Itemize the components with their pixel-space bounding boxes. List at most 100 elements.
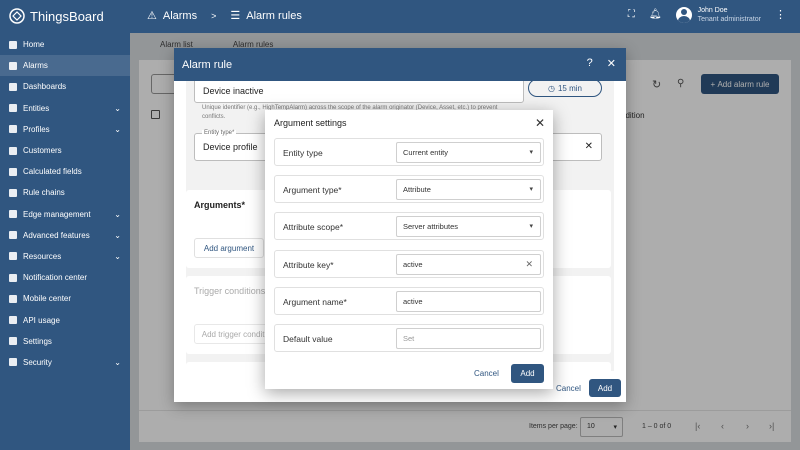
sidebar-item-label: Edge management (23, 209, 91, 219)
argument-type-select[interactable]: Attribute ▾ (396, 179, 541, 200)
close-icon[interactable]: ✕ (607, 57, 616, 70)
argument-type-label: Argument type* (283, 185, 342, 195)
sidebar-item-api-usage[interactable]: API usage (0, 309, 130, 330)
notification-icon (9, 273, 17, 282)
sidebar-item-security[interactable]: Security ⌄ (0, 352, 130, 373)
sidebar: Home Alarms Dashboards Entities ⌄ Profiles ⌄ Cu… (0, 33, 130, 450)
clear-icon[interactable]: ✕ (525, 259, 533, 270)
add-argument-label: Add argument (203, 243, 255, 253)
add-trigger-label: Add trigger conditi (201, 329, 267, 339)
sidebar-item-home[interactable]: Home (0, 34, 130, 55)
attribute-key-input[interactable]: active ✕ (396, 254, 541, 275)
breadcrumb-alarms[interactable]: Alarms (163, 10, 197, 22)
sidebar-item-alarms[interactable]: Alarms (0, 55, 130, 77)
api-icon (9, 316, 17, 325)
trigger-title: Trigger conditions (194, 286, 266, 296)
notifications-bell-icon[interactable]: 🔔︎ (649, 9, 662, 20)
more-vert-icon[interactable]: ⋮ (775, 8, 786, 21)
clock-icon: ◷ (548, 83, 555, 93)
argument-settings-dialog: Argument settings ✕ Entity type Current … (265, 110, 553, 389)
user-role: Tenant administrator (697, 16, 761, 23)
sidebar-item-resources[interactable]: Resources ⌄ (0, 246, 130, 267)
user-name: John Doe (697, 7, 728, 14)
clear-entity-icon[interactable]: ✕ (585, 141, 593, 152)
sidebar-item-advanced-features[interactable]: Advanced features ⌄ (0, 225, 130, 246)
timer-button[interactable]: ◷ 15 min (528, 81, 602, 97)
rule-chains-icon (9, 188, 17, 197)
add-argument-button[interactable]: Add argument (194, 238, 264, 258)
argument-name-label: Argument name* (283, 297, 347, 307)
alarm-rules-icon: ☰ (230, 10, 241, 22)
sidebar-item-label: Mobile center (23, 294, 72, 304)
dialog-cancel-button[interactable]: Cancel (556, 384, 581, 393)
settings-icon (9, 337, 17, 346)
default-value-input[interactable]: Set (396, 328, 541, 349)
chevron-down-icon: ⌄ (114, 124, 121, 134)
argument-type-row: Argument type* Attribute ▾ (274, 175, 544, 203)
sidebar-item-label: Advanced features (23, 230, 90, 240)
argument-name-input[interactable]: active (396, 291, 541, 312)
sidebar-item-entities[interactable]: Entities ⌄ (0, 98, 130, 119)
arguments-title: Arguments* (194, 200, 246, 210)
close-icon[interactable]: ✕ (535, 116, 545, 130)
calculated-fields-icon (9, 167, 17, 176)
entity-type-select[interactable]: Current entity ▾ (396, 142, 541, 163)
entity-type-label: Entity type* (202, 130, 237, 136)
user-menu[interactable]: John Doe Tenant administrator (675, 6, 761, 23)
profiles-icon (9, 125, 17, 134)
argument-settings-title: Argument settings (274, 118, 347, 128)
alarm-name-field[interactable]: Device inactive (194, 81, 524, 103)
dialog-title: Alarm rule (182, 58, 233, 71)
sidebar-item-label: Profiles (23, 124, 50, 134)
sidebar-item-rule-chains[interactable]: Rule chains (0, 182, 130, 203)
resources-icon (9, 252, 17, 261)
attribute-scope-row: Attribute scope* Server attributes ▾ (274, 212, 544, 240)
timer-value: 15 min (557, 83, 582, 93)
chevron-down-icon: ⌄ (114, 230, 121, 240)
sidebar-item-settings[interactable]: Settings (0, 331, 130, 352)
entity-type-value: Device profile (203, 142, 258, 152)
argument-cancel-button[interactable]: Cancel (474, 369, 499, 378)
sidebar-item-edge-management[interactable]: Edge management ⌄ (0, 204, 130, 225)
attribute-key-row: Attribute key* active ✕ (274, 250, 544, 278)
sidebar-item-customers[interactable]: Customers (0, 140, 130, 161)
app-logo[interactable]: ThingsBoard (8, 7, 104, 25)
sidebar-item-label: Dashboards (23, 82, 67, 92)
sidebar-item-mobile-center[interactable]: Mobile center (0, 288, 130, 309)
entity-type-value: Current entity (403, 148, 449, 157)
sidebar-item-label: Home (23, 40, 45, 50)
dropdown-arrow-icon: ▾ (529, 223, 533, 230)
attribute-scope-select[interactable]: Server attributes ▾ (396, 216, 541, 237)
sidebar-item-calculated-fields[interactable]: Calculated fields (0, 161, 130, 182)
mobile-icon (9, 294, 17, 303)
argument-type-value: Attribute (403, 185, 431, 194)
app-name: ThingsBoard (30, 8, 104, 24)
sidebar-item-label: Alarms (23, 61, 48, 71)
alarm-triangle-icon: ⚠ (147, 10, 157, 22)
chevron-down-icon: ⌄ (114, 209, 121, 219)
argument-add-button[interactable]: Add (511, 364, 544, 383)
sidebar-item-label: Notification center (23, 273, 88, 283)
help-icon[interactable]: ? (587, 57, 593, 70)
chevron-down-icon: ⌄ (114, 251, 121, 261)
breadcrumb: ⚠ Alarms > ☰ Alarm rules (147, 9, 302, 23)
add-trigger-button[interactable]: Add trigger conditi (194, 324, 274, 344)
top-bar: ThingsBoard ⚠ Alarms > ☰ Alarm rules ⛶ 🔔… (0, 0, 800, 33)
avatar-icon (675, 6, 692, 23)
argument-name-row: Argument name* active (274, 287, 544, 315)
entity-type-row: Entity type Current entity ▾ (274, 138, 544, 166)
fullscreen-icon[interactable]: ⛶ (628, 9, 635, 20)
breadcrumb-alarm-rules: Alarm rules (246, 9, 302, 22)
attribute-scope-label: Attribute scope* (283, 222, 344, 232)
dialog-add-button[interactable]: Add (589, 379, 621, 397)
sidebar-item-profiles[interactable]: Profiles ⌄ (0, 119, 130, 140)
customers-icon (9, 146, 17, 155)
attribute-scope-value: Server attributes (403, 222, 459, 231)
attribute-key-label: Attribute key* (283, 260, 334, 270)
edge-icon (9, 210, 17, 219)
entities-icon (9, 104, 17, 113)
default-value-row: Default value Set (274, 324, 544, 352)
sidebar-item-notification-center[interactable]: Notification center (0, 267, 130, 288)
chevron-down-icon: ⌄ (114, 357, 121, 367)
sidebar-item-dashboards[interactable]: Dashboards (0, 76, 130, 97)
